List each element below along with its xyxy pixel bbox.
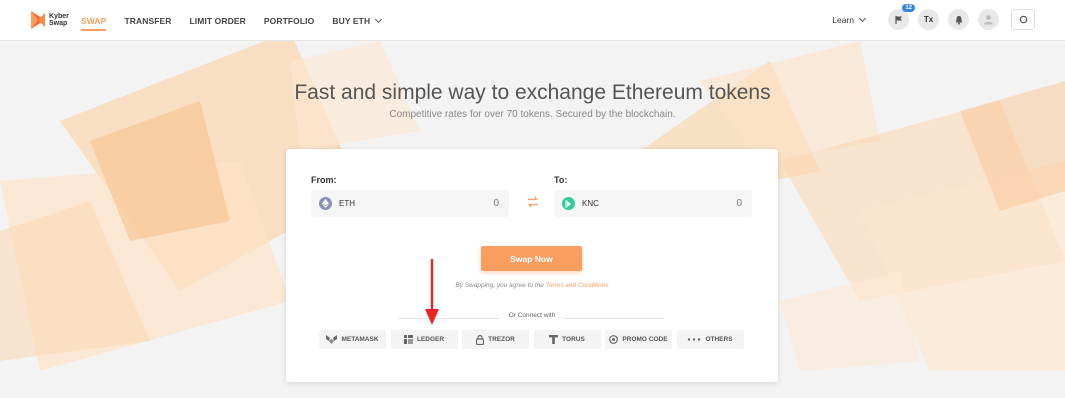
- user-icon: [984, 15, 993, 25]
- promo-code-icon: [609, 335, 619, 344]
- swap-now-button[interactable]: Swap Now: [481, 246, 582, 271]
- terms-prefix: By Swapping, you agree to the: [455, 282, 544, 289]
- chevron-down-icon: [858, 14, 867, 22]
- knc-icon: [562, 197, 575, 210]
- notifications-button[interactable]: 12: [888, 4, 915, 30]
- torus-icon: [549, 335, 559, 344]
- metamask-button[interactable]: METAMASK: [319, 330, 386, 349]
- notification-count-badge: 12: [902, 4, 915, 12]
- to-amount-value: 0: [736, 198, 742, 209]
- kyber-logo-icon: [31, 11, 45, 29]
- from-label: From:: [311, 175, 337, 185]
- swap-direction-icon[interactable]: [526, 195, 540, 209]
- annotation-arrow-icon: [425, 259, 439, 325]
- ledger-label: LEDGER: [416, 336, 445, 343]
- chevron-down-icon: [375, 15, 383, 23]
- flag-icon: [894, 15, 902, 24]
- tx-label: Tx: [923, 15, 934, 24]
- promo-code-button[interactable]: PROMO CODE: [605, 330, 672, 349]
- nav-swap-label: SWAP: [81, 15, 107, 26]
- from-token-symbol: ETH: [339, 199, 355, 208]
- to-token-selector[interactable]: KNC 0: [554, 190, 752, 217]
- metamask-icon: [326, 335, 338, 344]
- nav-limit-order-label: LIMIT ORDER: [189, 15, 246, 26]
- trezor-button[interactable]: TREZOR: [462, 330, 529, 349]
- nav-buy-eth-label: BUY ETH: [332, 15, 371, 26]
- profile-button[interactable]: [978, 9, 999, 30]
- eth-icon: [319, 197, 332, 210]
- others-button[interactable]: OTHERS: [676, 330, 744, 349]
- wallet-options: METAMASK LEDGER TREZOR TORUS PROMO CODE: [319, 330, 748, 349]
- others-label: OTHERS: [705, 336, 733, 343]
- terms-and-conditions-link[interactable]: Terms and Conditions: [546, 282, 609, 289]
- transactions-button[interactable]: Tx: [918, 9, 939, 30]
- trezor-label: TREZOR: [488, 336, 515, 343]
- nav-swap[interactable]: SWAP: [81, 0, 107, 41]
- torus-button[interactable]: TORUS: [533, 330, 601, 349]
- header-tools: Learn 12 Tx: [832, 4, 1035, 30]
- page-subtitle: Competitive rates for over 70 tokens. Se…: [389, 109, 676, 120]
- from-amount-input[interactable]: 0: [493, 198, 499, 209]
- ledger-button[interactable]: LEDGER: [390, 330, 458, 349]
- trezor-icon: [476, 334, 485, 345]
- logo-text-line2: Swap: [49, 20, 68, 27]
- ledger-icon: [403, 335, 413, 344]
- promo-code-label: PROMO CODE: [622, 336, 668, 343]
- divider-right: [563, 318, 664, 319]
- learn-dropdown[interactable]: Learn: [832, 14, 867, 25]
- learn-label: Learn: [832, 14, 854, 25]
- or-connect-label: Or Connect with: [508, 312, 556, 319]
- swap-card: From: To: ETH 0 KNC 0 Swap Now By Swappi…: [286, 149, 778, 382]
- logo-text: Kyber Swap: [49, 13, 69, 27]
- to-token-symbol: KNC: [582, 199, 599, 208]
- nav-limit-order[interactable]: LIMIT ORDER: [190, 0, 246, 41]
- main-nav: SWAP TRANSFER LIMIT ORDER PORTFOLIO BUY …: [81, 0, 399, 41]
- torus-label: TORUS: [562, 336, 585, 343]
- top-navigation-bar: Kyber Swap SWAP TRANSFER LIMIT ORDER POR…: [0, 0, 1065, 41]
- nav-portfolio-label: PORTFOLIO: [263, 15, 315, 26]
- page-title: Fast and simple way to exchange Ethereum…: [294, 81, 771, 104]
- metamask-label: METAMASK: [341, 336, 379, 343]
- logo-text-line1: Kyber: [49, 13, 69, 20]
- alerts-button[interactable]: [948, 9, 969, 30]
- nav-portfolio[interactable]: PORTFOLIO: [264, 0, 314, 41]
- to-label: To:: [554, 175, 568, 185]
- nav-transfer-label: TRANSFER: [124, 15, 172, 26]
- from-token-selector[interactable]: ETH 0: [311, 190, 509, 217]
- bell-icon: [955, 15, 962, 25]
- nav-buy-eth[interactable]: BUY ETH: [332, 0, 383, 41]
- kyberswap-logo[interactable]: Kyber Swap: [29, 9, 69, 31]
- theme-toggle-button[interactable]: [1011, 9, 1035, 30]
- more-dots-icon: [687, 338, 701, 341]
- circle-icon: [1019, 15, 1027, 24]
- nav-transfer[interactable]: TRANSFER: [124, 0, 171, 41]
- terms-notice: By Swapping, you agree to the Terms and …: [286, 282, 778, 289]
